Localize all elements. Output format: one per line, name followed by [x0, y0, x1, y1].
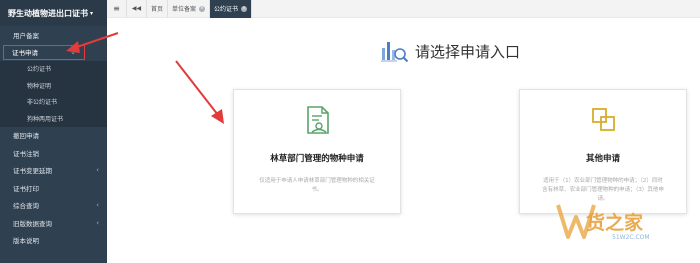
sidebar-item-comprehensive-query[interactable]: 综合查询 ‹ [0, 197, 107, 215]
sidebar-item-user-registration[interactable]: 用户备案 [0, 26, 107, 44]
sidebar-item-certificate-change[interactable]: 证书变更延期 ‹ [0, 162, 107, 180]
sidebar-item-certificate-print[interactable]: 证书打印 [0, 179, 107, 197]
sidebar-item-label: 证书注销 [13, 149, 39, 158]
page-heading: 请选择申请入口 [381, 38, 520, 64]
sidebar-subitem-label: 非公约证书 [27, 99, 58, 107]
tab-scroll-left-button[interactable]: ◀◀ [127, 0, 147, 18]
sidebar-subitem-label: 物种证明 [27, 82, 52, 90]
sidebar-item-label: 旧版数据查询 [13, 219, 52, 228]
sidebar-item-legacy-data-query[interactable]: 旧版数据查询 ‹ [0, 214, 107, 232]
sidebar-subitem-convention-certificate[interactable]: 公约证书 [0, 61, 107, 78]
tab-convention-certificate[interactable]: 公约证书 × [210, 0, 253, 18]
sidebar-subitem-label: 公约证书 [27, 66, 52, 74]
sidebar-item-withdraw-application[interactable]: 撤回申请 [0, 127, 107, 145]
sidebar-submenu: 公约证书 物种证明 非公约证书 狗种两用证书 [0, 60, 107, 127]
sidebar-item-version-notes[interactable]: 版本说明 [0, 232, 107, 250]
tab-unit-registration[interactable]: 单位备案 × [168, 0, 211, 18]
forestry-species-application-card[interactable]: 林草部门管理的物种申请 仅适用于申请人申请林草部门管理物种的相关证书。 [233, 89, 401, 214]
double-chevron-left-icon: ◀◀ [131, 5, 142, 12]
page-title: 请选择申请入口 [415, 42, 521, 61]
sidebar: 野生动植物进出口证书 ▾ 用户备案 证书申请 ⌄ 公约证书 物种证明 非公约证书… [0, 0, 107, 263]
chevron-left-icon: ‹ [96, 218, 99, 227]
watermark-url: 51W2C.COM [612, 234, 650, 241]
tab-label: 单位备案 [172, 6, 197, 13]
app-root: 野生动植物进出口证书 ▾ 用户备案 证书申请 ⌄ 公约证书 物种证明 非公约证书… [0, 0, 700, 263]
chevron-left-icon: ‹ [96, 166, 99, 175]
sidebar-brand[interactable]: 野生动植物进出口证书 ▾ [0, 0, 107, 26]
tab-label: 首页 [151, 6, 164, 13]
sidebar-subitem-label: 狗种两用证书 [27, 115, 64, 123]
certificate-icon [307, 106, 329, 134]
sidebar-item-label: 版本说明 [13, 237, 39, 246]
close-icon[interactable]: × [199, 5, 206, 12]
chevron-down-icon: ⌄ [70, 47, 76, 56]
tab-home[interactable]: 首页 [147, 0, 169, 18]
sidebar-item-label: 证书打印 [13, 184, 39, 193]
watermark-text: 货之家 [586, 212, 644, 234]
sidebar-item-label: 撤回申请 [13, 132, 39, 141]
hamburger-icon: ≡ [113, 4, 120, 13]
chart-search-icon [381, 42, 409, 63]
sidebar-item-certificate-application[interactable]: 证书申请 ⌄ [3, 44, 85, 60]
top-tab-bar: ≡ ◀◀ 首页 单位备案 × 公约证书 × [107, 0, 700, 18]
sidebar-item-label: 综合查询 [13, 202, 39, 211]
sidebar-subitem-dual-use-certificate[interactable]: 狗种两用证书 [0, 110, 107, 127]
menu-toggle-button[interactable]: ≡ [107, 0, 127, 18]
sidebar-item-label: 证书申请 [12, 49, 38, 57]
tab-label: 公约证书 [214, 6, 239, 13]
sidebar-item-label: 证书变更延期 [13, 167, 52, 176]
sidebar-subitem-non-convention-certificate[interactable]: 非公约证书 [0, 94, 107, 111]
close-icon[interactable]: × [241, 5, 248, 12]
copy-squares-icon [592, 108, 615, 131]
sidebar-item-label: 用户备案 [13, 31, 39, 40]
chevron-left-icon: ‹ [96, 201, 99, 210]
card-title: 其他申请 [585, 154, 620, 164]
card-description: 仅适用于申请人申请林草部门管理物种的相关证书。 [259, 178, 375, 193]
sidebar-subitem-species-certificate[interactable]: 物种证明 [0, 77, 107, 94]
sidebar-item-certificate-cancellation[interactable]: 证书注销 [0, 144, 107, 162]
chevron-down-icon: ▾ [90, 9, 94, 17]
card-title: 林草部门管理的物种申请 [270, 154, 364, 164]
brand-title: 野生动植物进出口证书 [8, 8, 88, 18]
